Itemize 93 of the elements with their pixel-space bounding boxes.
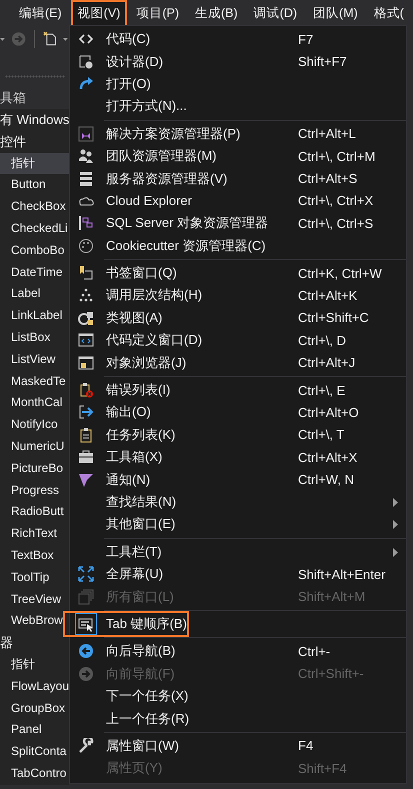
grip-line xyxy=(5,75,65,78)
menu-item[interactable]: Tab 键顺序(B) xyxy=(106,614,298,633)
shortcut-text: Shift+Alt+M xyxy=(298,589,366,604)
menu-item[interactable]: 调用层次结构(H) xyxy=(106,286,298,304)
shortcut-text: Ctrl+\, Ctrl+X xyxy=(298,193,374,208)
menu-item[interactable]: 全屏幕(U) xyxy=(106,565,298,584)
group-header[interactable]: 有 Windows xyxy=(0,109,69,131)
shortcut-text: Ctrl+W, N xyxy=(298,472,354,488)
toolbox-item[interactable]: SplitConta xyxy=(0,741,69,763)
shortcut-text: Shift+F4 xyxy=(298,760,347,776)
menu-item[interactable]: 向后导航(B) xyxy=(106,642,298,660)
shortcut-text: Ctrl+Alt+X xyxy=(298,450,358,465)
toolbox-item[interactable]: Progress xyxy=(0,480,69,502)
menu-item[interactable]: 代码(C) xyxy=(106,30,298,48)
shortcut-text: Ctrl+Alt+S xyxy=(298,171,358,186)
toolbox-item[interactable]: ComboBo xyxy=(0,240,69,262)
toolbox-item[interactable]: FlowLayou xyxy=(0,676,69,698)
toolbox-item[interactable]: GroupBox xyxy=(0,698,69,720)
shortcut-text: Ctrl+Alt+L xyxy=(298,126,356,142)
menu-item[interactable]: 输出(O) xyxy=(106,403,298,422)
toolbox-item[interactable]: TreeView xyxy=(0,588,69,610)
shortcut-text: Ctrl+Alt+J xyxy=(298,355,356,370)
shortcut-text: Ctrl+- xyxy=(298,644,330,659)
shortcut-text: F4 xyxy=(298,738,314,754)
shortcut-text: Ctrl+K, Ctrl+W xyxy=(298,266,382,281)
menu-bar-item[interactable]: 调试(D) xyxy=(246,0,304,26)
menu-item[interactable]: 设计器(D) xyxy=(106,52,298,71)
shortcut-text: Ctrl+Shift+- xyxy=(298,666,364,682)
menu-item[interactable]: 打开方式(N)... xyxy=(106,97,298,116)
menu-item[interactable]: 代码定义窗口(D) xyxy=(106,331,298,350)
toolbox-item[interactable]: TabContro xyxy=(0,762,69,785)
toolbox-item[interactable]: LinkLabel xyxy=(0,305,69,327)
menu-item[interactable]: 服务器资源管理器(V) xyxy=(106,170,298,188)
menu-item[interactable]: 其他窗口(E) xyxy=(106,515,298,534)
toolbox-item[interactable]: RadioButt xyxy=(0,501,69,524)
shortcut-text: Ctrl+\, D xyxy=(298,332,346,348)
menu-bar-item[interactable]: 格式( xyxy=(366,0,411,26)
menu-item[interactable]: 对象浏览器(J) xyxy=(106,354,298,372)
toolbox-item[interactable]: ToolTip xyxy=(0,566,69,589)
toolbox-item[interactable]: Panel xyxy=(0,719,69,742)
menu-item[interactable]: 解决方案资源管理器(P) xyxy=(106,124,298,143)
group-header[interactable]: 控件 xyxy=(0,130,69,153)
shortcut-text: Ctrl+Alt+O xyxy=(298,404,359,420)
menu-bar-item[interactable]: 团队(M) xyxy=(306,0,365,26)
shortcut-text: Shift+F7 xyxy=(298,54,347,70)
shortcut-text: Ctrl+\, Ctrl+M xyxy=(298,148,376,164)
toolbox-item[interactable]: NumericU xyxy=(0,436,69,458)
menu-item[interactable]: SQL Server 对象资源管理器 xyxy=(106,214,298,232)
toolbox-item[interactable]: Button xyxy=(0,174,69,196)
menu-bar-item[interactable]: 编辑(E) xyxy=(12,0,69,26)
menu-bar-item[interactable]: 生成(B) xyxy=(188,0,245,26)
toolbox-item[interactable]: RichText xyxy=(0,523,69,545)
menu-bar-item[interactable]: 视图(V) xyxy=(70,0,128,26)
toolbox-item[interactable]: WebBrow xyxy=(0,610,69,632)
shortcut-text: Ctrl+Shift+C xyxy=(298,310,369,326)
shortcut-text: Shift+Alt+Enter xyxy=(298,566,386,582)
toolbox-item[interactable]: MaskedTe xyxy=(0,370,69,392)
menu-item[interactable]: 下一个任务(X) xyxy=(106,687,298,706)
toolbox-item[interactable]: CheckBox xyxy=(0,196,69,218)
new-item-icon[interactable] xyxy=(42,31,58,47)
panel-title: 具箱 xyxy=(0,88,26,106)
toolbox-item[interactable]: TextBox xyxy=(0,544,69,567)
menu-item[interactable]: 打开(O) xyxy=(106,74,298,93)
menu-item[interactable]: 查找结果(N) xyxy=(106,493,298,511)
toolbox-item[interactable]: ListBox xyxy=(0,326,69,349)
menu-item[interactable]: 上一个任务(R) xyxy=(106,710,298,728)
menu-item[interactable]: Cloud Explorer xyxy=(106,193,298,208)
menu-item[interactable]: 书签窗口(Q) xyxy=(106,264,298,282)
toolbox-item[interactable]: 指针 xyxy=(0,654,69,676)
toolbox-item[interactable]: MonthCal xyxy=(0,392,69,414)
toolbox-item[interactable]: PictureBo xyxy=(0,458,69,480)
shortcut-text: Ctrl+\, E xyxy=(298,382,346,398)
shortcut-text: Ctrl+\, Ctrl+S xyxy=(298,216,374,231)
shortcut-text: Ctrl+\, T xyxy=(298,427,344,442)
menu-item[interactable]: 类视图(A) xyxy=(106,308,298,327)
menu-bar-item[interactable]: 项目(P) xyxy=(129,0,186,26)
menu-item[interactable]: 通知(N) xyxy=(106,470,298,489)
toolbox-item[interactable]: 指针 xyxy=(0,152,69,174)
menu-item[interactable]: 团队资源管理器(M) xyxy=(106,147,298,166)
menu-item[interactable]: Cookiecutter 资源管理器(C) xyxy=(106,236,298,255)
toolbox-item[interactable]: NotifyIco xyxy=(0,414,69,436)
toolbox-item[interactable]: ListView xyxy=(0,348,69,371)
menu-item[interactable]: 任务列表(K) xyxy=(106,426,298,444)
toolbox-item[interactable]: CheckedLi xyxy=(0,218,69,240)
menu-item[interactable]: 错误列表(I) xyxy=(106,381,298,400)
toolbox-item[interactable]: Label xyxy=(0,283,69,306)
toolbox-item[interactable]: DateTime xyxy=(0,262,69,284)
shortcut-text: F7 xyxy=(298,32,314,47)
shortcut-text: Ctrl+Alt+K xyxy=(298,288,358,303)
menu-item[interactable]: 工具栏(T) xyxy=(106,542,298,561)
menu-item[interactable]: 工具箱(X) xyxy=(106,448,298,466)
group-header[interactable]: 器 xyxy=(0,632,69,654)
menu-item[interactable]: 属性窗口(W) xyxy=(106,736,298,755)
